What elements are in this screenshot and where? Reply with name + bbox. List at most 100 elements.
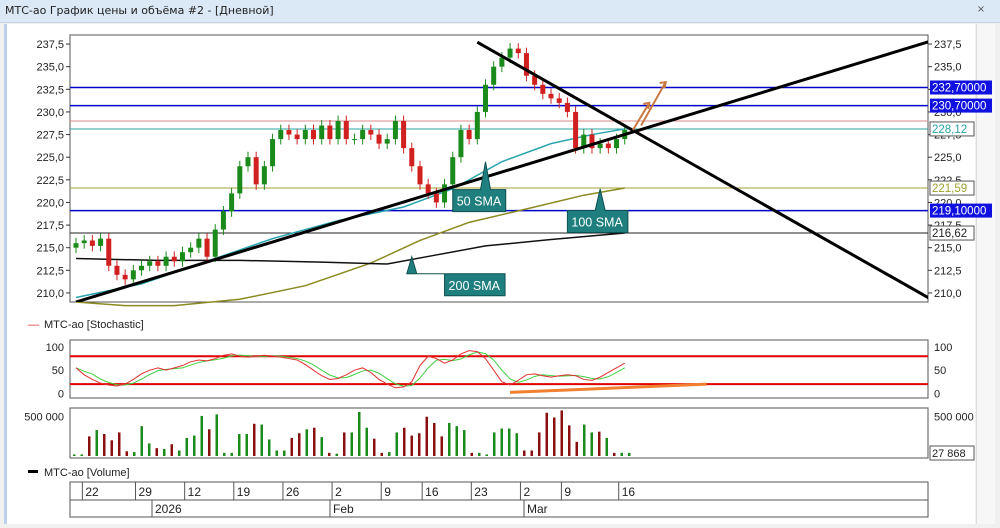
volume-bar	[560, 410, 563, 456]
stoch-left-label: 0	[58, 388, 64, 400]
candle-body	[458, 130, 464, 158]
candle-body	[548, 93, 554, 99]
volume-bar	[230, 452, 233, 456]
volume-bar	[260, 424, 263, 456]
candle-body	[89, 240, 95, 246]
candle-body	[270, 139, 276, 167]
volume-bar	[125, 451, 128, 456]
candle-body	[540, 84, 546, 94]
stochastic-panel	[69, 339, 929, 399]
volume-last-label: 27 868	[932, 448, 966, 460]
volume-bar	[163, 448, 166, 456]
volume-bar	[410, 435, 413, 456]
volume-bar	[598, 431, 601, 456]
volume-bar	[628, 452, 631, 456]
volume-bar	[433, 423, 436, 456]
month-label: 2026	[155, 502, 182, 516]
candle-body	[417, 166, 423, 185]
month-label: Feb	[333, 502, 354, 516]
volume-bar	[590, 432, 593, 456]
price-tag-label: 232,70000	[932, 82, 986, 94]
day-label: 23	[474, 485, 488, 499]
volume-bar	[80, 454, 83, 456]
volume-bar	[73, 454, 76, 456]
price-box-label: 228,12	[932, 124, 967, 136]
volume-bar	[568, 425, 571, 456]
left-price-label: 220,0	[36, 197, 64, 209]
callout-label: 200 SMA	[449, 279, 501, 293]
volume-bar	[148, 443, 151, 456]
volume-bar	[253, 423, 256, 456]
candle-body	[261, 166, 267, 185]
volume-bar	[185, 437, 188, 456]
candle-body	[556, 98, 562, 103]
volume-bar	[238, 434, 241, 456]
volume-right-label: 500 000	[934, 412, 974, 424]
volume-bar	[298, 433, 301, 456]
stoch-right-label: 100	[934, 342, 952, 354]
candle-body	[327, 125, 333, 140]
candle-body	[474, 111, 480, 140]
price-volume-chart[interactable]: 237,5237,5235,0235,0232,5232,5230,0230,0…	[0, 0, 1000, 528]
volume-bar	[403, 427, 406, 456]
candle-body	[179, 252, 185, 262]
day-label: 29	[139, 485, 153, 499]
candle-body	[597, 143, 603, 149]
candle-body	[401, 120, 407, 149]
volume-bar	[500, 428, 503, 456]
right-price-label: 225,0	[934, 152, 962, 164]
candle-body	[376, 134, 382, 144]
volume-bar	[275, 450, 278, 456]
volume-bar	[223, 452, 226, 456]
price-box-label: 221,59	[932, 183, 967, 195]
volume-panel	[69, 407, 929, 459]
candle-body	[171, 256, 177, 262]
day-label: 2	[335, 485, 342, 499]
candle-body	[114, 265, 120, 275]
candle-body	[319, 125, 325, 140]
volume-bar	[110, 440, 113, 456]
left-price-label: 232,5	[36, 84, 64, 96]
volume-bar	[215, 414, 218, 456]
volume-bar	[455, 426, 458, 456]
stoch-right-label: 0	[934, 388, 940, 400]
volume-bar	[95, 430, 98, 456]
candle-body	[122, 274, 128, 280]
date-axis-months	[69, 499, 929, 518]
volume-bar	[200, 415, 203, 456]
volume-bar	[418, 433, 421, 456]
right-price-label: 212,5	[934, 265, 962, 277]
volume-bar	[170, 444, 173, 456]
day-label: 9	[384, 485, 391, 499]
volume-bar	[575, 441, 578, 456]
volume-bar	[553, 417, 556, 456]
left-price-label: 237,5	[36, 39, 64, 51]
candle-body	[409, 148, 415, 167]
right-price-label: 210,0	[934, 288, 962, 300]
candle-body	[253, 157, 259, 185]
volume-bar	[343, 432, 346, 456]
volume-bar	[523, 450, 526, 456]
candle-body	[98, 238, 104, 246]
volume-bar	[388, 452, 391, 456]
volume-bar	[463, 430, 466, 456]
volume-bar	[380, 452, 383, 456]
volume-legend: MTC-ao [Volume]	[44, 467, 130, 479]
left-price-label: 235,0	[36, 62, 64, 74]
candle-body	[229, 193, 235, 212]
volume-bar	[583, 424, 586, 456]
candle-body	[204, 238, 210, 257]
candle-body	[384, 139, 390, 144]
left-price-label: 225,0	[36, 152, 64, 164]
left-price-label: 215,0	[36, 243, 64, 255]
left-price-label: 217,5	[36, 220, 64, 232]
volume-bar	[358, 412, 361, 456]
day-label: 22	[85, 485, 99, 499]
day-label: 9	[564, 485, 571, 499]
candle-body	[212, 229, 218, 257]
volume-bar	[545, 412, 548, 456]
volume-bar	[538, 432, 541, 456]
candle-body	[73, 243, 79, 248]
volume-bar	[268, 439, 271, 456]
candle-body	[433, 193, 439, 203]
